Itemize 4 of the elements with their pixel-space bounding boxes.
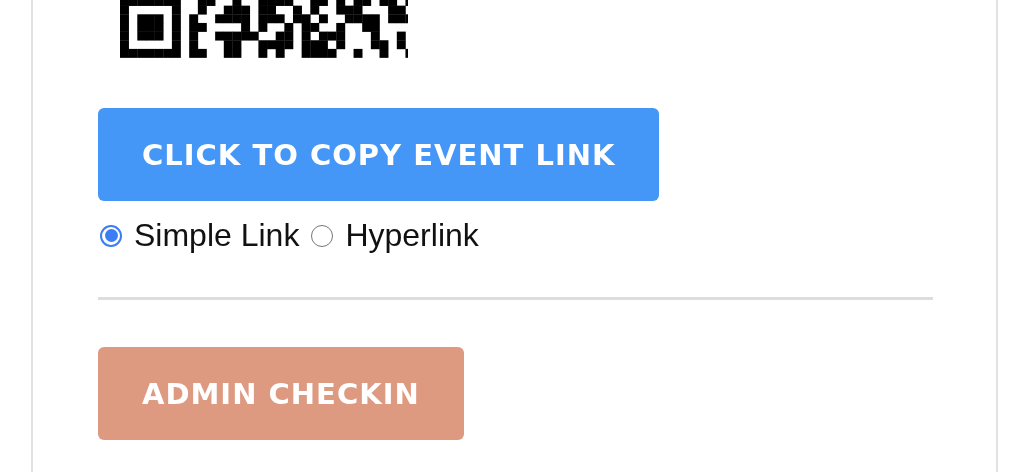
- radio-label[interactable]: Simple Link: [134, 217, 300, 254]
- radio-button[interactable]: [311, 224, 334, 247]
- radio-label[interactable]: Hyperlink: [345, 217, 479, 254]
- radio-button[interactable]: [100, 224, 122, 247]
